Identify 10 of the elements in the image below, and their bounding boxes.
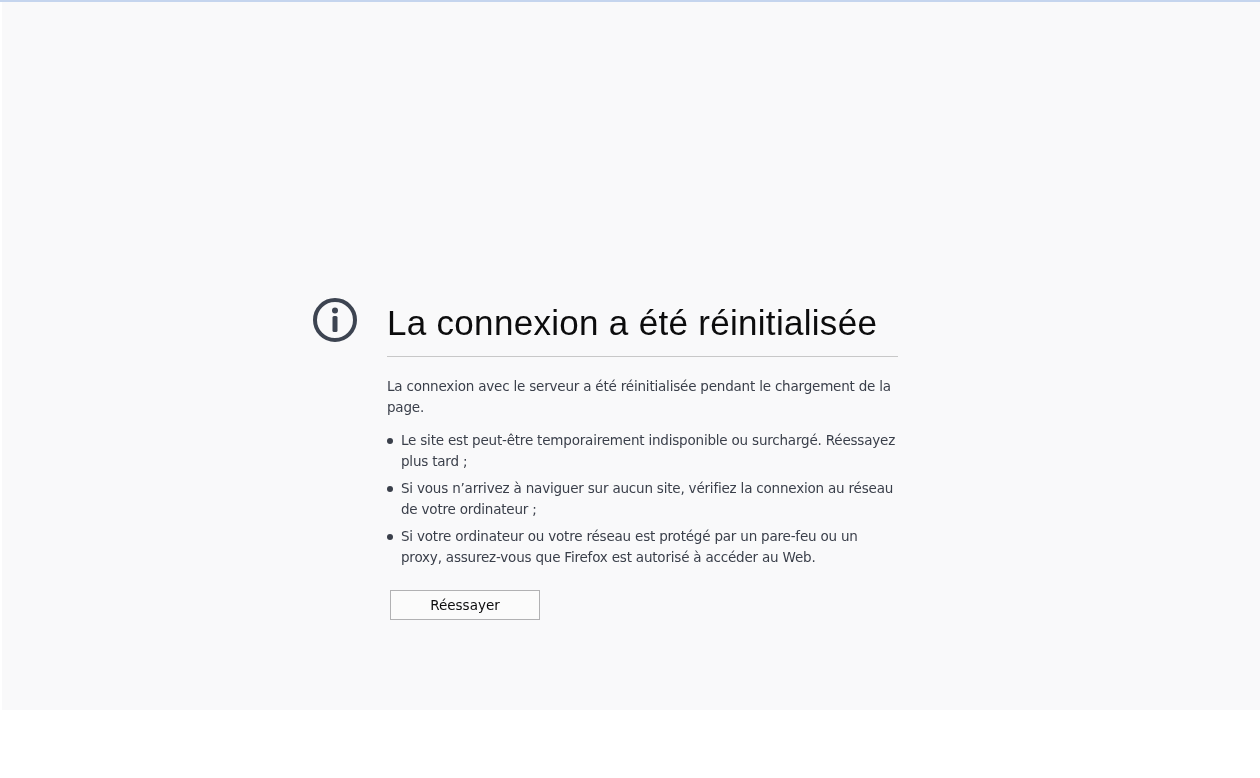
info-icon bbox=[311, 296, 359, 344]
bullet-icon bbox=[387, 534, 393, 540]
suggestion-text: Le site est peut-être temporairement indisponible ou surchargé. Réessayez plus tard ; bbox=[401, 431, 897, 471]
suggestion-text: Si vous n’arrivez à naviguer sur aucun site, vérifiez la connexion au réseau de votre ordinateur ; bbox=[401, 479, 895, 519]
retry-button[interactable]: Réessayer bbox=[390, 590, 540, 620]
bullet-icon bbox=[387, 486, 393, 492]
error-description: La connexion avec le serveur a été réinitialisée pendant le chargement de la page. bbox=[387, 377, 892, 417]
suggestion-text: Si votre ordinateur ou votre réseau est protégé par un pare-feu ou un proxy, assurez-vous que Firefox est autorisé à accéder au Web. bbox=[401, 527, 859, 567]
bullet-icon bbox=[387, 438, 393, 444]
page-title: La connexion a été réinitialisée bbox=[387, 298, 898, 357]
